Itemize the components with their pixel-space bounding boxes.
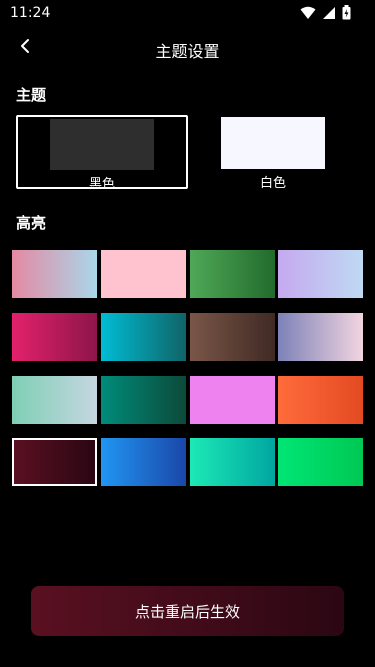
app-header: 主题设置 xyxy=(0,28,375,68)
theme-option-black[interactable]: 黑色 xyxy=(16,115,188,192)
theme-black-swatch xyxy=(50,119,154,170)
highlight-swatch[interactable] xyxy=(12,313,97,361)
highlight-section-label: 高亮 xyxy=(16,214,47,232)
highlight-swatch[interactable] xyxy=(190,376,275,424)
highlight-swatch[interactable] xyxy=(101,313,186,361)
status-bar: 11:24 xyxy=(0,0,375,26)
status-time: 11:24 xyxy=(10,5,51,21)
highlight-swatch[interactable] xyxy=(101,376,186,424)
highlight-swatch[interactable] xyxy=(101,250,186,298)
highlight-swatch[interactable] xyxy=(12,250,97,298)
highlight-swatch[interactable] xyxy=(190,438,275,486)
theme-white-label: 白色 xyxy=(259,176,286,191)
page-title: 主题设置 xyxy=(155,42,220,61)
highlight-swatch[interactable] xyxy=(278,313,363,361)
highlight-swatch[interactable] xyxy=(278,376,363,424)
theme-black-label: 黑色 xyxy=(88,177,115,192)
highlight-swatch[interactable] xyxy=(278,250,363,298)
highlight-swatch[interactable] xyxy=(101,438,186,486)
highlight-swatch[interactable] xyxy=(278,438,363,486)
highlight-swatch[interactable] xyxy=(190,313,275,361)
restart-apply-button[interactable]: 点击重启后生效 xyxy=(31,586,344,636)
wifi-icon xyxy=(300,5,316,24)
theme-section-label: 主题 xyxy=(16,86,47,104)
highlight-swatch[interactable] xyxy=(190,250,275,298)
status-icons xyxy=(300,5,351,24)
battery-icon xyxy=(342,5,351,24)
highlight-swatch[interactable] xyxy=(12,376,97,424)
signal-icon xyxy=(322,5,336,24)
theme-option-white[interactable] xyxy=(221,117,325,169)
highlight-swatch-grid xyxy=(12,250,363,487)
highlight-swatch[interactable] xyxy=(12,438,97,486)
